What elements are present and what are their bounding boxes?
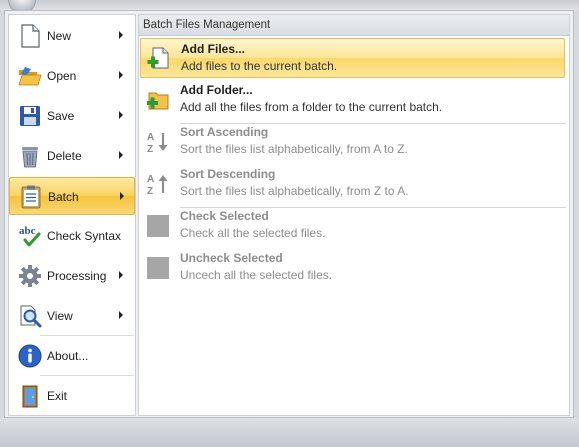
menu-item-label: View — [47, 309, 73, 323]
sort-ascending-icon: A Z — [146, 130, 170, 155]
svg-text:abc: abc — [19, 225, 36, 237]
submenu-item-title: Add Files... — [181, 42, 246, 56]
menu-item-label: About... — [47, 349, 89, 363]
menu-item-view[interactable]: View — [9, 297, 135, 335]
submenu-arrow-icon — [119, 111, 123, 119]
save-floppy-icon — [17, 103, 43, 129]
new-document-icon — [17, 23, 43, 49]
menu-item-delete[interactable]: Delete — [9, 137, 135, 175]
magnifier-icon — [17, 303, 43, 329]
menu-separator — [40, 375, 134, 376]
status-strip — [0, 418, 579, 447]
svg-text:A: A — [147, 174, 154, 185]
gear-icon — [17, 263, 43, 289]
submenu-item-add-folder[interactable]: Add Folder... Add all the files from a f… — [140, 80, 565, 120]
menu-item-exit[interactable]: Exit — [9, 377, 135, 415]
submenu-arrow-icon — [119, 151, 123, 159]
submenu-item-title: Add Folder... — [180, 83, 253, 97]
submenu-item-title: Uncheck Selected — [180, 251, 283, 265]
submenu-arrow-icon — [119, 71, 123, 79]
menu-item-label: Check Syntax — [47, 229, 122, 243]
spellcheck-abc-icon: abc — [17, 223, 43, 249]
submenu-header: Batch Files Management — [139, 15, 569, 36]
submenu-item-description: Add all the files from a folder to the c… — [180, 100, 443, 114]
menu-item-save[interactable]: Save — [9, 97, 135, 135]
submenu-item-uncheck-selected[interactable]: Uncheck Selected Uncech all the selected… — [140, 248, 565, 288]
add-folder-icon — [146, 88, 170, 112]
submenu-item-check-selected[interactable]: Check Selected Check all the selected fi… — [140, 206, 565, 246]
submenu-item-description: Uncech all the selected files. — [180, 268, 333, 282]
menu-item-batch[interactable]: Batch — [9, 177, 135, 215]
info-icon — [17, 343, 43, 369]
menu-item-open[interactable]: Open — [9, 57, 135, 95]
submenu-item-title: Check Selected — [180, 209, 269, 223]
svg-text:Z: Z — [147, 144, 153, 154]
sort-descending-icon: A Z — [146, 172, 170, 197]
menu-item-label: Exit — [47, 389, 68, 403]
menu-item-label: Open — [47, 69, 77, 83]
uncheck-selected-icon — [147, 257, 169, 279]
submenu-item-description: Add files to the current batch. — [181, 59, 338, 73]
menu-item-about[interactable]: About... — [9, 337, 135, 375]
submenu-arrow-icon — [119, 31, 123, 39]
submenu-item-add-files[interactable]: Add Files... Add files to the current ba… — [140, 38, 565, 78]
menu-item-label: Batch — [48, 190, 79, 204]
title-strip — [0, 0, 579, 10]
svg-text:A: A — [147, 132, 154, 143]
menu-item-new[interactable]: New — [9, 17, 135, 55]
submenu-arrow-icon — [120, 192, 124, 200]
submenu-item-sort-ascending[interactable]: A Z Sort Ascending Sort the files list a… — [140, 122, 565, 162]
trash-can-icon — [17, 143, 43, 169]
submenu-item-description: Sort the files list alphabetically, from… — [180, 142, 408, 156]
open-folder-icon — [17, 63, 43, 89]
submenu-item-title: Sort Ascending — [180, 125, 269, 139]
exit-door-icon — [17, 383, 43, 409]
menu-separator — [40, 335, 134, 336]
menu-item-check-syntax[interactable]: abc Check Syntax — [9, 217, 135, 255]
submenu-item-description: Check all the selected files. — [180, 226, 326, 240]
menu-item-label: Delete — [47, 149, 82, 163]
clipboard-list-icon — [18, 184, 44, 210]
svg-text:Z: Z — [147, 186, 153, 196]
submenu-item-title: Sort Descending — [180, 167, 276, 181]
menu-item-label: New — [47, 29, 72, 43]
submenu-item-sort-descending[interactable]: A Z Sort Descending Sort the files list … — [140, 164, 565, 204]
check-selected-icon — [147, 215, 169, 237]
submenu-arrow-icon — [119, 311, 123, 319]
submenu-arrow-icon — [119, 271, 123, 279]
menu-item-label: Processing — [47, 269, 107, 283]
menu-item-label: Save — [47, 109, 75, 123]
menu-item-processing[interactable]: Processing — [9, 257, 135, 295]
add-file-icon — [147, 47, 171, 71]
submenu-item-description: Sort the files list alphabetically, from… — [180, 184, 409, 198]
